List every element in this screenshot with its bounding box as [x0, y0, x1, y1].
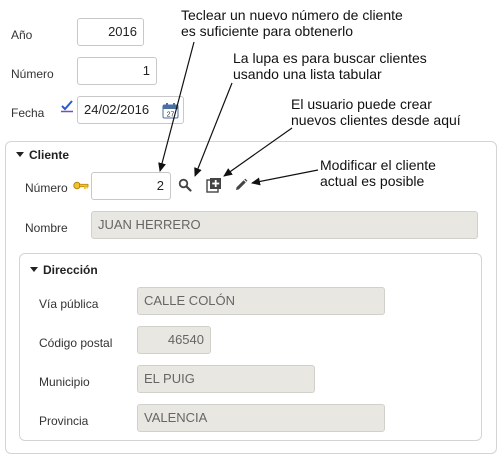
- municipio-label: Municipio: [39, 375, 90, 389]
- number-label: Número: [11, 67, 54, 81]
- provincia-field: VALENCIA: [137, 404, 385, 432]
- annotation-modify: Modificar el cliente actual es posible: [320, 157, 436, 189]
- via-label: Vía pública: [39, 297, 99, 311]
- pencil-icon[interactable]: [234, 178, 248, 192]
- municipio-field: EL PUIG: [137, 365, 315, 393]
- date-mode-icon[interactable]: [60, 99, 74, 113]
- annotation-create: El usuario puede crear nuevos clientes d…: [291, 96, 461, 128]
- direccion-title[interactable]: Dirección: [30, 263, 98, 277]
- collapse-caret-icon: [16, 152, 24, 158]
- cliente-title[interactable]: Cliente: [16, 148, 69, 162]
- cliente-number-label: Número: [25, 181, 68, 195]
- calendar-icon[interactable]: 27: [162, 102, 179, 119]
- year-label: Año: [11, 28, 33, 42]
- cliente-name-field: JUAN HERRERO: [91, 211, 478, 239]
- search-icon[interactable]: [178, 178, 192, 192]
- number-input[interactable]: 1: [77, 57, 157, 85]
- cp-field: 46540: [137, 326, 211, 354]
- collapse-caret-icon: [30, 267, 38, 273]
- cliente-number-input[interactable]: 2: [91, 172, 171, 200]
- via-field: CALLE COLÓN: [137, 287, 385, 315]
- cliente-name-label: Nombre: [25, 221, 68, 235]
- cp-label: Código postal: [39, 336, 113, 350]
- date-label: Fecha: [11, 106, 45, 120]
- annotation-new-number: Teclear un nuevo número de cliente es su…: [181, 7, 403, 39]
- svg-text:27: 27: [167, 112, 175, 119]
- year-input[interactable]: 2016: [77, 18, 144, 46]
- key-icon: [73, 181, 89, 190]
- provincia-label: Provincia: [39, 414, 89, 428]
- annotation-search: La lupa es para buscar clientes usando u…: [233, 50, 427, 82]
- add-icon[interactable]: [206, 177, 222, 193]
